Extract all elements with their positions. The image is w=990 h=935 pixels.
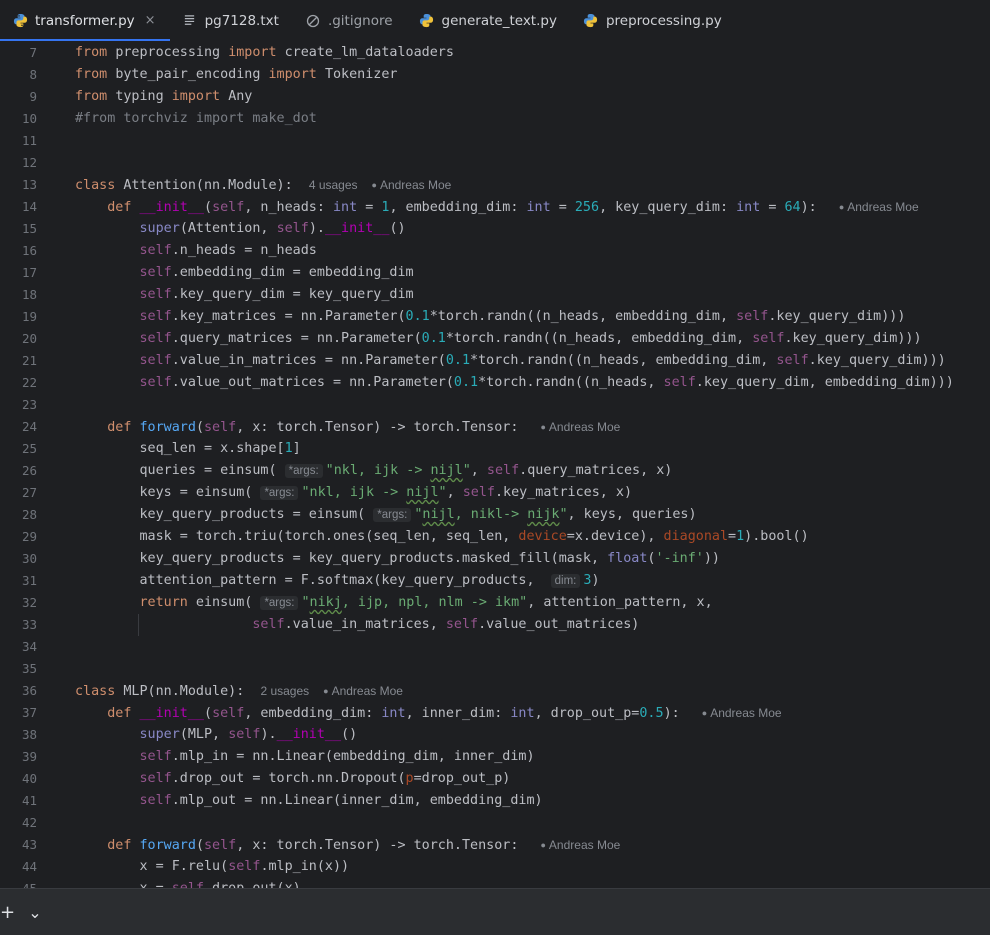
code-line: 35 xyxy=(21,661,37,676)
code-line: 33 self.value_in_matrices, self.value_ou… xyxy=(0,614,990,636)
code-line: 10 #from torchviz import make_dot xyxy=(21,111,317,126)
person-icon: ● xyxy=(540,840,546,850)
tab-preprocessing-py[interactable]: preprocessing.py xyxy=(571,0,736,41)
close-icon[interactable]: × xyxy=(145,13,156,28)
code-line: 39 self.mlp_in = nn.Linear(embedding_dim… xyxy=(21,749,535,764)
text-file-icon xyxy=(182,13,198,29)
code-line: 30 key_query_products = key_query_produc… xyxy=(21,551,720,566)
tab-gitignore[interactable]: .gitignore xyxy=(293,0,407,41)
code-line: 14 def __init__(self, n_heads: int = 1, … xyxy=(0,196,990,218)
code-line: 24 def forward(self, x: torch.Tensor) ->… xyxy=(0,416,990,438)
code-line: 9 from typing import Any xyxy=(29,89,253,104)
code-line: 42 xyxy=(21,815,37,830)
code-line: 12 xyxy=(21,155,37,170)
person-icon: ● xyxy=(701,708,708,718)
tab-label: transformer.py xyxy=(35,12,135,29)
code-line: 28 key_query_products = einsum( *args: "n… xyxy=(21,507,697,522)
tab-label: pg7128.txt xyxy=(204,12,279,29)
code-line: 44 x = F.relu(self.mlp_in(x)) xyxy=(21,859,350,874)
bottom-toolbar: + ⌄ xyxy=(0,888,990,935)
code-line: 11 xyxy=(21,133,37,148)
code-line: 17 self.embedding_dim = embedding_dim xyxy=(21,265,414,280)
usages-hint: 4 usages xyxy=(308,178,358,192)
code-line: 16 self.n_heads = n_heads xyxy=(21,243,317,258)
code-line: 20 self.query_matrices = nn.Parameter(0.… xyxy=(21,331,922,346)
code-line: 13 class Attention(nn.Module): 4 usages ● A… xyxy=(0,174,990,196)
author-hint: Andreas Moe xyxy=(379,178,452,192)
param-hint: dim: xyxy=(550,574,581,588)
code-line: 21 self.value_in_matrices = nn.Parameter… xyxy=(21,353,946,368)
code-line: 38 super(MLP, self).__init__() xyxy=(21,727,358,742)
tab-label: preprocessing.py xyxy=(605,12,722,29)
code-line: 37 def __init__(self, embedding_dim: int… xyxy=(0,702,990,724)
code-editor[interactable]: 7 from preprocessing import create_lm_dat… xyxy=(0,41,990,888)
code-line: 22 self.value_out_matrices = nn.Paramete… xyxy=(21,375,954,390)
code-line: 43 def forward(self, x: torch.Tensor) ->… xyxy=(0,834,990,856)
code-line: 32 return einsum( *args: "nikj, ijp, npl,… xyxy=(21,595,713,610)
code-line: 26 queries = einsum( *args: "nkl, ijk -> … xyxy=(21,463,673,478)
code-line: 7 from preprocessing import create_lm_dat… xyxy=(29,45,454,60)
python-icon xyxy=(419,13,435,29)
tab-generate-text-py[interactable]: generate_text.py xyxy=(407,0,571,41)
code-line: 41 self.mlp_out = nn.Linear(inner_dim, e… xyxy=(21,793,543,808)
code-line: 31 attention_pattern = F.softmax(key_que… xyxy=(21,573,600,588)
code-line: 45 x = self.drop_out(x) xyxy=(0,878,990,888)
tab-transformer-py[interactable]: transformer.py × xyxy=(0,0,170,42)
python-icon xyxy=(12,13,28,29)
ignore-file-icon xyxy=(305,13,321,29)
code-line: 15 super(Attention, self).__init__() xyxy=(21,221,406,236)
chevron-down-icon[interactable]: ⌄ xyxy=(24,903,46,922)
code-line: 40 self.drop_out = torch.nn.Dropout(p=dr… xyxy=(21,771,511,786)
add-icon[interactable]: + xyxy=(0,902,15,923)
tab-label: generate_text.py xyxy=(441,12,557,29)
person-icon: ● xyxy=(838,202,845,212)
person-icon: ● xyxy=(323,686,329,696)
python-icon xyxy=(583,13,599,29)
code-line: 8 from byte_pair_encoding import Tokenize… xyxy=(29,67,398,82)
usages-hint: 2 usages xyxy=(260,684,310,698)
code-line: 18 self.key_query_dim = key_query_dim xyxy=(21,287,414,302)
param-hint: *args: xyxy=(260,486,299,500)
param-hint: *args: xyxy=(260,596,299,610)
code-line: 27 keys = einsum( *args: "nkl, ijk -> nij… xyxy=(21,485,633,500)
code-line: 19 self.key_matrices = nn.Parameter(0.1*… xyxy=(21,309,906,324)
person-icon: ● xyxy=(371,180,377,190)
tab-label: .gitignore xyxy=(327,12,393,29)
code-line: 29 mask = torch.triu(torch.ones(seq_len,… xyxy=(21,529,809,544)
param-hint: *args: xyxy=(373,508,412,522)
person-icon: ● xyxy=(540,422,546,432)
code-line: 34 xyxy=(21,639,37,654)
param-hint: *args: xyxy=(284,464,323,478)
editor-tab-bar: transformer.py × pg7128.txt .gitignore g… xyxy=(0,0,990,42)
tab-pg7128-txt[interactable]: pg7128.txt xyxy=(170,0,293,41)
code-line: 25 seq_len = x.shape[1] xyxy=(21,441,301,456)
code-line: 36 class MLP(nn.Module): 2 usages ● Andreas… xyxy=(0,680,990,702)
code-line: 23 xyxy=(21,397,37,412)
